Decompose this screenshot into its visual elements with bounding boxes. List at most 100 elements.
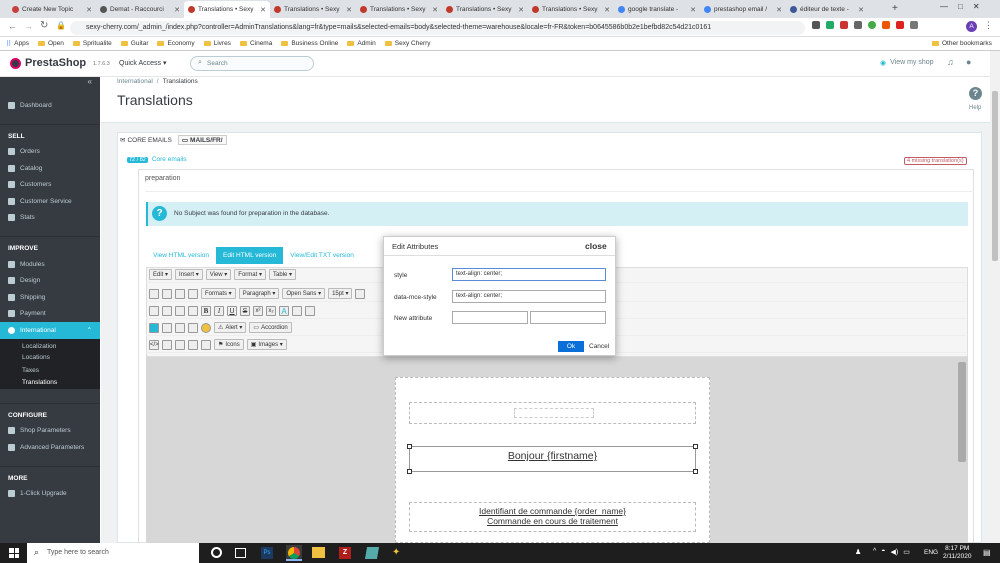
source-code-icon[interactable]: </> xyxy=(149,339,159,350)
close-tab-icon[interactable]: ✕ xyxy=(518,6,524,14)
cortana-icon[interactable] xyxy=(211,547,222,558)
extension-icon[interactable] xyxy=(812,21,820,29)
order-info-cell[interactable]: Identifiant de commande {order_name} Com… xyxy=(409,502,696,532)
clock[interactable]: 8:17 PM 2/11/2020 xyxy=(943,545,971,561)
close-tab-icon[interactable]: ✕ xyxy=(260,6,266,14)
sidebar-item-design[interactable]: Design xyxy=(0,273,100,290)
extension-icon[interactable] xyxy=(910,21,918,29)
sidebar-item-orders[interactable]: Orders xyxy=(0,144,100,161)
paste-icon[interactable] xyxy=(175,305,185,316)
extension-icon[interactable] xyxy=(896,21,904,29)
close-tab-icon[interactable]: ✕ xyxy=(776,6,782,14)
file-explorer-icon[interactable] xyxy=(312,547,325,558)
chevron-up-icon[interactable]: ^ xyxy=(873,548,876,556)
fullscreen-icon[interactable] xyxy=(188,339,198,350)
menu-table[interactable]: Table ▾ xyxy=(268,269,297,280)
sidebar-item-catalog[interactable]: Catalog xyxy=(0,160,100,177)
close-tab-icon[interactable]: ✕ xyxy=(690,6,696,14)
browser-tab[interactable]: prestashop email / ✕ xyxy=(700,1,786,18)
accordion-button[interactable]: ▭ Accordion xyxy=(249,322,292,333)
menu-insert[interactable]: Insert ▾ xyxy=(175,269,203,280)
menu-dots-icon[interactable]: ⋮ xyxy=(984,20,993,31)
task-view-icon[interactable] xyxy=(235,548,246,558)
undo-icon[interactable] xyxy=(175,288,185,299)
other-bookmarks[interactable]: Other bookmarks xyxy=(932,40,992,47)
browser-tab[interactable]: google translate - ✕ xyxy=(614,1,700,18)
volume-icon[interactable]: ◀) xyxy=(891,548,899,556)
menu-view[interactable]: View ▾ xyxy=(205,269,232,280)
paragraph-dropdown[interactable]: Paragraph ▾ xyxy=(238,288,280,299)
scrollbar-thumb[interactable] xyxy=(992,91,998,261)
highlight-icon[interactable] xyxy=(292,305,302,316)
close-tab-icon[interactable]: ✕ xyxy=(858,6,864,14)
extension-icon[interactable] xyxy=(854,21,862,29)
bookmark-folder[interactable]: Admin xyxy=(347,40,376,47)
extension-icon[interactable] xyxy=(882,21,890,29)
refresh-icon[interactable] xyxy=(188,305,198,316)
chrome-taskbar-item[interactable] xyxy=(286,545,302,561)
apps-bookmark[interactable]: ⠿ Apps xyxy=(6,40,29,48)
alert-dropdown[interactable]: ⚠ Alert ▾ xyxy=(214,322,247,333)
close-tab-icon[interactable]: ✕ xyxy=(86,6,92,14)
tab-view-html[interactable]: View HTML version xyxy=(146,252,216,259)
attr-mce-style-input[interactable]: text-align: center; xyxy=(452,290,606,303)
logo-image-placeholder[interactable] xyxy=(514,408,594,418)
bookmark-folder[interactable]: Economy xyxy=(157,40,195,47)
language-indicator[interactable]: ENG xyxy=(924,549,938,556)
browser-tab[interactable]: Translations • Sexy ✕ xyxy=(356,1,442,18)
window-controls[interactable]: —□✕ xyxy=(940,2,990,11)
browser-tab[interactable]: Demat - Raccourci ✕ xyxy=(96,1,184,18)
sidebar-item-international[interactable]: International ⌃ xyxy=(0,322,100,339)
extension-icon[interactable] xyxy=(868,21,876,29)
browser-tab[interactable]: Translations • Sexy ✕ xyxy=(442,1,528,18)
sidebar-item-shipping[interactable]: Shipping xyxy=(0,289,100,306)
browser-tab[interactable]: Translations • Sexy ✕ xyxy=(528,1,614,18)
media-icon[interactable] xyxy=(175,322,185,333)
forward-icon[interactable]: → xyxy=(24,21,33,31)
extension-icon[interactable] xyxy=(840,21,848,29)
sidebar-subitem-locations[interactable]: Locations xyxy=(0,351,100,364)
battery-icon[interactable]: ▭ xyxy=(903,548,910,556)
image-icon[interactable] xyxy=(162,322,172,333)
settings-icon[interactable] xyxy=(355,288,366,299)
help-label[interactable]: Help xyxy=(969,105,981,111)
icons-button[interactable]: ⚑ Icons xyxy=(214,339,244,350)
attr-style-input[interactable]: text-align: center; xyxy=(452,268,606,281)
copy-icon[interactable] xyxy=(162,305,172,316)
profile-avatar[interactable]: A xyxy=(966,21,977,32)
sidebar-subitem-localization[interactable]: Localization xyxy=(0,338,100,351)
superscript-icon[interactable]: x² xyxy=(253,305,263,316)
mails-folder-tab[interactable]: ▭ MAILS/FR/ xyxy=(177,135,227,145)
font-family-dropdown[interactable]: Open Sans ▾ xyxy=(282,288,326,299)
bookmark-folder[interactable]: Open xyxy=(37,40,64,47)
editor-scrollbar[interactable] xyxy=(958,362,966,462)
tab-edit-txt[interactable]: View/Edit TXT version xyxy=(283,252,361,259)
view-shop-link[interactable]: ◉ View my shop xyxy=(880,59,934,67)
bookmark-folder[interactable]: Sexy Cherry xyxy=(384,40,431,47)
font-size-dropdown[interactable]: 15pt ▾ xyxy=(328,288,353,299)
sidebar-item-stats[interactable]: Stats xyxy=(0,210,100,227)
menu-edit[interactable]: Edit ▾ xyxy=(149,269,173,280)
sidebar-item-payment[interactable]: Payment xyxy=(0,306,100,323)
tab-edit-html[interactable]: Edit HTML version xyxy=(216,246,284,264)
close-tab-icon[interactable]: ✕ xyxy=(604,6,610,14)
browser-tab[interactable]: Translations • Sexy ✕ xyxy=(270,1,356,18)
dialog-close-button[interactable]: close xyxy=(585,241,607,251)
underline-icon[interactable]: U xyxy=(227,305,237,316)
bookmark-folder[interactable]: Business Online xyxy=(281,40,338,47)
bookmark-folder[interactable]: Livres xyxy=(203,40,231,47)
images-dropdown[interactable]: ▣ Images ▾ xyxy=(246,339,287,350)
sidebar-item-shop-parameters[interactable]: Shop Parameters xyxy=(0,423,100,440)
ok-button[interactable]: Ok xyxy=(558,341,584,352)
bullet-list-icon[interactable] xyxy=(305,305,315,316)
page-scrollbar[interactable] xyxy=(990,51,1000,543)
back-icon[interactable]: ← xyxy=(8,21,17,31)
close-tab-icon[interactable]: ✕ xyxy=(346,6,352,14)
taskbar-search[interactable]: ⌕ Type here to search xyxy=(27,543,199,563)
browser-tab[interactable]: Translations • Sexy ✕ xyxy=(184,1,270,18)
italic-icon[interactable]: I xyxy=(214,305,224,316)
action-center-icon[interactable]: ▤ xyxy=(983,548,991,557)
windows-start-icon[interactable] xyxy=(9,548,19,558)
close-tab-icon[interactable]: ✕ xyxy=(174,6,180,14)
sidebar-subitem-taxes[interactable]: Taxes xyxy=(0,363,100,376)
